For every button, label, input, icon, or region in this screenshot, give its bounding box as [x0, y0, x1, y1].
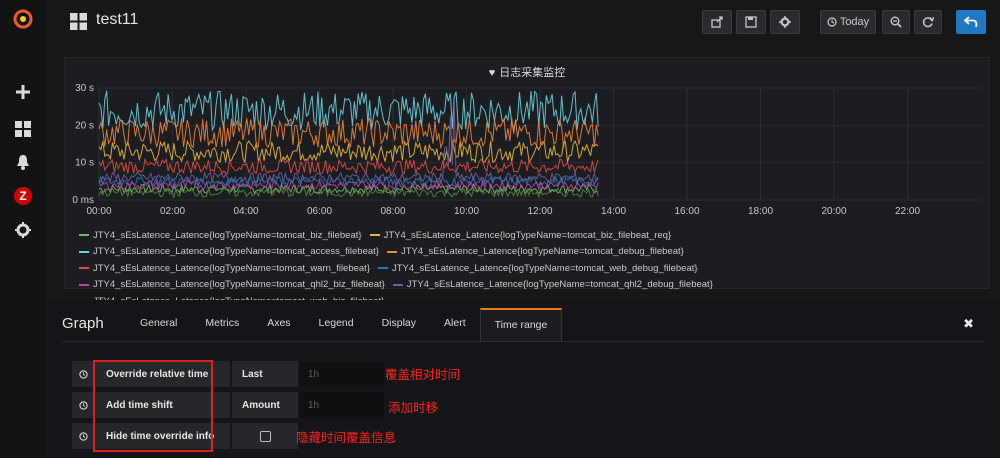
series-line — [98, 157, 599, 176]
chart-legend: JTY4_sEsLatence_Latence{logTypeName=tomc… — [79, 226, 979, 309]
bell-icon[interactable] — [14, 153, 32, 171]
share-button[interactable] — [702, 10, 732, 34]
x-tick-label: 20:00 — [821, 206, 846, 217]
editor-tabs: General Metrics Axes Legend Display Alert Time… — [126, 308, 563, 342]
series-line — [98, 139, 599, 164]
last-label: Last — [232, 361, 298, 387]
tab-alert[interactable]: Alert — [430, 308, 480, 342]
dashboard-grid-icon[interactable] — [70, 13, 87, 30]
legend-item[interactable]: JTY4_sEsLatence_Latence{logTypeName=tomc… — [378, 261, 698, 276]
x-tick-label: 02:00 — [160, 206, 185, 217]
plus-icon[interactable] — [14, 83, 32, 101]
top-navbar: test11 Today — [46, 0, 1000, 44]
time-shift-input[interactable]: 1h — [300, 392, 384, 418]
tab-legend[interactable]: Legend — [305, 308, 368, 342]
legend-label: JTY4_sEsLatence_Latence{logTypeName=tomc… — [400, 246, 684, 257]
gear-icon — [779, 16, 791, 28]
annotation-highlight-box — [93, 360, 213, 452]
legend-item[interactable]: JTY4_sEsLatence_Latence{logTypeName=tomc… — [369, 228, 672, 243]
legend-swatch — [79, 250, 89, 253]
time-picker-label: Today — [839, 16, 870, 28]
zoom-out-icon — [890, 16, 902, 28]
tab-metrics[interactable]: Metrics — [191, 308, 253, 342]
legend-label: JTY4_sEsLatence_Latence{logTypeName=tomc… — [93, 262, 370, 274]
share-icon — [711, 16, 723, 28]
y-tick-label: 10 s — [75, 158, 94, 169]
x-tick-label: 18:00 — [748, 206, 773, 217]
x-tick-label: 00:00 — [86, 206, 111, 217]
svg-text:Z: Z — [19, 189, 26, 203]
tab-general[interactable]: General — [126, 308, 191, 342]
back-button[interactable] — [956, 10, 986, 34]
info-icon[interactable] — [72, 423, 94, 449]
series-line — [98, 186, 599, 199]
legend-item[interactable]: JTY4_sEsLatence_Latence{logTypeName=tomc… — [386, 244, 684, 259]
hide-override-info-checkbox[interactable] — [232, 423, 298, 449]
x-tick-label: 16:00 — [674, 206, 699, 217]
legend-swatch — [79, 267, 89, 269]
dashboards-icon[interactable] — [14, 120, 32, 138]
legend-swatch — [392, 283, 403, 286]
refresh-button[interactable] — [914, 10, 942, 34]
legend-swatch — [79, 283, 89, 286]
settings-button[interactable] — [770, 10, 800, 34]
checkbox-box[interactable] — [259, 430, 271, 442]
annotation-shift: 添加时移 — [388, 401, 439, 415]
grafana-logo-icon[interactable] — [12, 8, 34, 30]
legend-label: JTY4_sEsLatence_Latence{logTypeName=tomc… — [406, 279, 713, 290]
chart-svg[interactable]: 0 ms 10 s 20 s 30 s 00:00 02:00 04:00 06:00 08:0… — [65, 58, 991, 226]
save-icon — [745, 16, 757, 28]
zoom-out-button[interactable] — [882, 10, 910, 34]
legend-label: JTY4_sEsLatence_Latence{logTypeName=tomc… — [93, 246, 379, 257]
legend-item[interactable]: JTY4_sEsLatence_Latence{logTypeName=tomc… — [392, 277, 713, 292]
legend-item[interactable]: JTY4_sEsLatence_Latence{logTypeName=tomc… — [79, 277, 385, 292]
y-tick-label: 30 s — [75, 83, 94, 94]
x-tick-label: 10:00 — [454, 206, 479, 217]
annotation-override: 覆盖相对时间 — [385, 368, 461, 382]
gear-icon[interactable] — [14, 221, 32, 239]
legend-label: JTY4_sEsLatence_Latence{logTypeName=tomc… — [93, 229, 362, 241]
legend-label: JTY4_sEsLatence_Latence{logTypeName=tomc… — [383, 229, 672, 241]
legend-swatch — [386, 250, 397, 253]
override-relative-time-input[interactable]: 1h — [300, 361, 384, 387]
clock-icon — [827, 17, 837, 27]
legend-swatch — [369, 234, 380, 236]
x-tick-label: 04:00 — [233, 206, 258, 217]
x-tick-label: 08:00 — [380, 206, 405, 217]
time-picker-button[interactable]: Today — [820, 10, 876, 34]
y-tick-label: 20 s — [75, 120, 94, 131]
tab-display[interactable]: Display — [368, 308, 430, 342]
amount-label: Amount — [232, 392, 298, 418]
tab-axes[interactable]: Axes — [253, 308, 304, 342]
legend-label: JTY4_sEsLatence_Latence{logTypeName=tomc… — [93, 279, 385, 290]
close-icon[interactable]: ✖ — [963, 316, 974, 332]
legend-label: JTY4_sEsLatence_Latence{logTypeName=tomc… — [392, 262, 698, 274]
tab-time-range[interactable]: Time range — [479, 308, 563, 342]
dashboard-title[interactable]: test11 — [96, 11, 138, 29]
zabbix-plugin-icon[interactable]: Z — [14, 187, 32, 205]
x-tick-label: 22:00 — [895, 206, 920, 217]
legend-swatch — [79, 234, 89, 236]
refresh-icon — [922, 16, 934, 28]
save-button[interactable] — [736, 10, 766, 34]
legend-item[interactable]: JTY4_sEsLatence_Latence{logTypeName=tomc… — [79, 261, 370, 276]
legend-item[interactable]: JTY4_sEsLatence_Latence{logTypeName=tomc… — [79, 228, 362, 243]
back-arrow-icon — [964, 16, 978, 28]
sidebar: Z — [0, 0, 46, 458]
info-icon[interactable] — [72, 392, 94, 418]
grafana-app: Z test11 Today ♥ 日志采集监控 0 ms 10 s 20 s 3… — [0, 0, 1000, 458]
graph-panel[interactable]: ♥ 日志采集监控 0 ms 10 s 20 s 30 s 00:00 02:00 04:00 0… — [64, 57, 991, 307]
x-tick-label: 06:00 — [307, 206, 332, 217]
y-tick-label: 0 ms — [72, 195, 94, 206]
editor-title: Graph — [62, 315, 104, 332]
annotation-hide: 隐藏时间覆盖信息 — [296, 431, 397, 445]
x-tick-label: 12:00 — [527, 206, 552, 217]
info-icon[interactable] — [72, 361, 94, 387]
legend-item[interactable]: JTY4_sEsLatence_Latence{logTypeName=tomc… — [79, 244, 379, 259]
legend-swatch — [378, 267, 388, 269]
tab-divider — [62, 341, 984, 342]
x-tick-label: 14:00 — [601, 206, 626, 217]
